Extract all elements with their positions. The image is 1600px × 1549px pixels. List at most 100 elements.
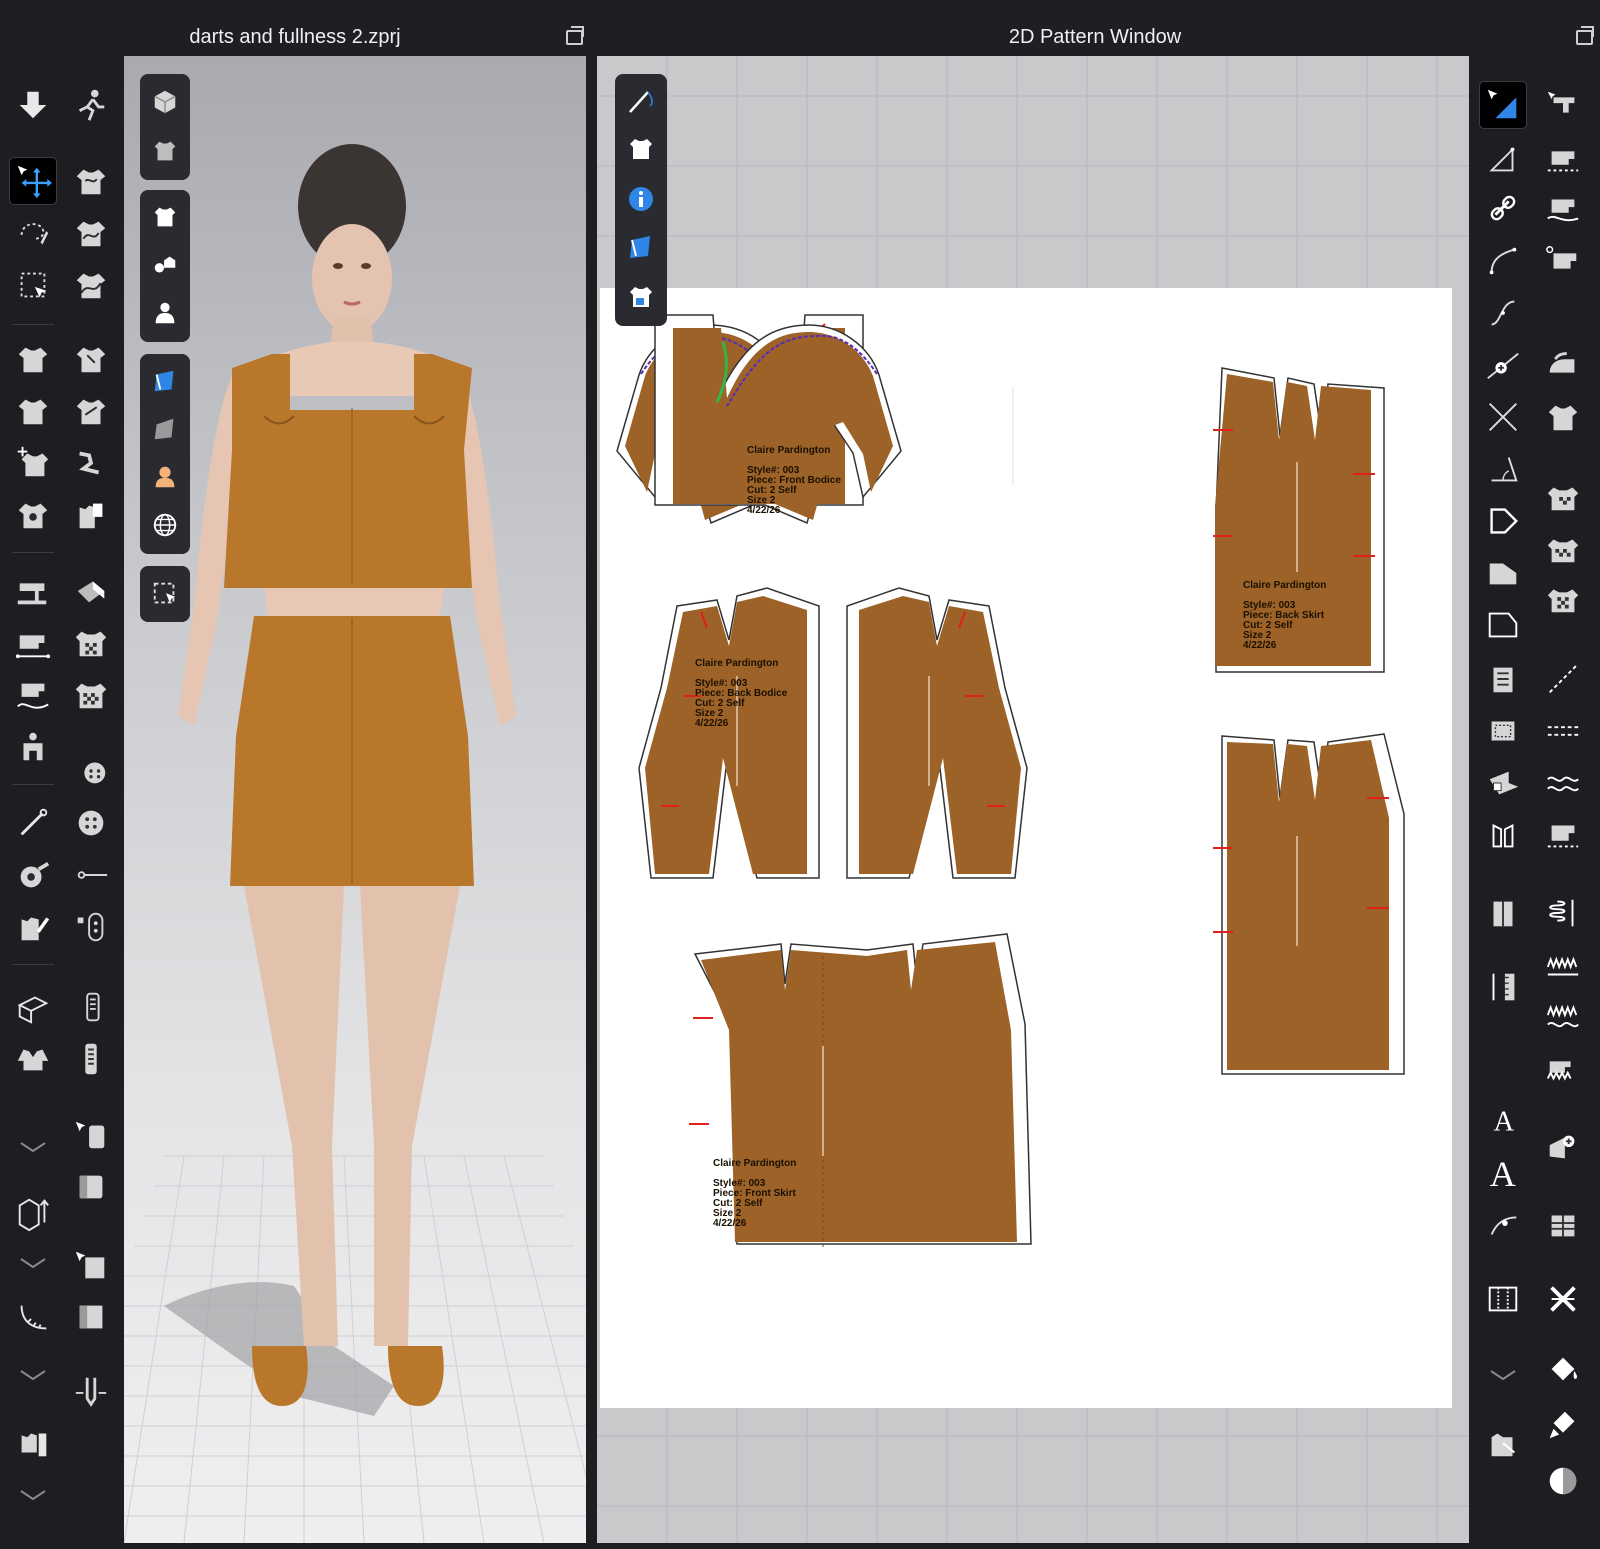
dashed-line-icon[interactable] xyxy=(1540,656,1586,702)
sewing-machine-icon[interactable] xyxy=(10,568,56,614)
checker-dress-icon[interactable] xyxy=(1540,576,1586,622)
arc-measure-icon[interactable] xyxy=(1480,1202,1526,1248)
shirt-tshirt-icon[interactable] xyxy=(1540,394,1586,440)
gray-fabric-icon[interactable] xyxy=(148,412,182,446)
box-icon[interactable] xyxy=(68,1294,114,1340)
fold-arrange-icon[interactable] xyxy=(10,984,56,1030)
pattern-select-icon[interactable] xyxy=(1479,81,1527,129)
curvature-icon[interactable] xyxy=(1480,290,1526,336)
block-icon[interactable] xyxy=(1480,890,1526,936)
measure-curve-icon[interactable] xyxy=(10,672,56,718)
back-bodice-right-piece[interactable] xyxy=(846,587,1028,879)
walk-pose-icon[interactable] xyxy=(68,82,114,128)
checker-shirt-icon[interactable] xyxy=(68,620,114,666)
grid-lines-icon[interactable] xyxy=(1480,1276,1526,1322)
sewing-grid-icon[interactable] xyxy=(1540,136,1586,182)
back-bodice-left-piece[interactable]: Claire Pardington Style#: 003 Piece: Bac… xyxy=(638,587,820,879)
info-icon[interactable] xyxy=(624,182,658,216)
blue-fabric-icon[interactable] xyxy=(148,364,182,398)
pin-merge-icon[interactable] xyxy=(68,1368,114,1414)
text-a-icon[interactable]: A xyxy=(1480,1096,1526,1142)
zigzag-icon[interactable] xyxy=(1540,942,1586,988)
paint-bucket-icon[interactable] xyxy=(1540,1346,1586,1392)
ruler-grid-icon[interactable] xyxy=(1480,964,1526,1010)
toggle-button-icon[interactable] xyxy=(68,904,114,950)
restore-window-icon[interactable] xyxy=(1576,26,1594,45)
dotted-rect-icon[interactable] xyxy=(1480,708,1526,754)
buttons-icon[interactable] xyxy=(148,248,182,282)
elastic-icon[interactable] xyxy=(1540,890,1586,936)
wave-line-icon[interactable] xyxy=(1540,760,1586,806)
rect-icon[interactable] xyxy=(1480,550,1526,596)
chevron-down-icon[interactable] xyxy=(18,1140,48,1154)
shirt-3d-icon[interactable] xyxy=(148,134,182,168)
chevron-down-icon[interactable] xyxy=(1488,1368,1518,1382)
garment-fit-icon[interactable] xyxy=(10,336,56,382)
fabric-texture-icon[interactable] xyxy=(68,568,114,614)
pattern-window[interactable]: Claire Pardington Style#: 003 Piece: Fro… xyxy=(597,56,1469,1543)
shirt-select-icon[interactable] xyxy=(68,158,114,204)
arrow-shape-icon[interactable] xyxy=(1480,498,1526,544)
fabric-swatch-icon[interactable] xyxy=(1480,760,1526,806)
cylinder-select-icon[interactable] xyxy=(68,1112,114,1158)
download-arrow-icon[interactable] xyxy=(10,82,56,128)
viewport-3d[interactable] xyxy=(124,56,586,1543)
shirt-sew-icon[interactable] xyxy=(68,388,114,434)
sewing-machine-icon[interactable] xyxy=(1540,812,1586,858)
sewing-fold-icon[interactable] xyxy=(1540,186,1586,232)
sewing-tag-icon[interactable] xyxy=(1540,238,1586,284)
garment-tack-icon[interactable] xyxy=(10,492,56,538)
curve-point-icon[interactable] xyxy=(1480,238,1526,284)
wave-seam-icon[interactable] xyxy=(1540,1046,1586,1092)
dashed-seam-icon[interactable] xyxy=(1540,708,1586,754)
skin-icon[interactable] xyxy=(148,460,182,494)
link-icon[interactable] xyxy=(1480,186,1526,232)
back-skirt-right-piece[interactable] xyxy=(1213,733,1405,1075)
iron-icon[interactable] xyxy=(1540,342,1586,388)
chevron-down-icon[interactable] xyxy=(18,1256,48,1270)
checker-shirt-alt-icon[interactable] xyxy=(68,672,114,718)
text-a-large-icon[interactable]: A xyxy=(1480,1148,1526,1194)
avatar-icon[interactable] xyxy=(148,296,182,330)
brush-icon[interactable] xyxy=(1540,1402,1586,1448)
checker-shirt-alt-icon[interactable] xyxy=(1540,526,1586,572)
blue-fabric-icon[interactable] xyxy=(624,230,658,264)
shirt-tag-icon[interactable] xyxy=(68,492,114,538)
pattern-cut-icon[interactable] xyxy=(1540,82,1586,128)
shirt-transform-icon[interactable] xyxy=(68,210,114,256)
shirt-ruler-icon[interactable] xyxy=(10,1420,56,1466)
measure-line-icon[interactable] xyxy=(10,620,56,666)
half-circle-icon[interactable] xyxy=(1540,1458,1586,1504)
garment-shrink-icon[interactable] xyxy=(10,388,56,434)
grid-arrow-icon[interactable] xyxy=(10,1190,56,1236)
shirt-icon[interactable] xyxy=(148,200,182,234)
shirt-fold-icon[interactable] xyxy=(68,336,114,382)
shirt-arrow-icon[interactable] xyxy=(1480,1420,1526,1466)
avatar-measure-icon[interactable] xyxy=(10,724,56,770)
zipper-select-icon[interactable] xyxy=(68,984,114,1030)
button-icon[interactable] xyxy=(68,800,114,846)
shirt-lock-icon[interactable] xyxy=(624,280,658,314)
polygon-icon[interactable] xyxy=(1480,136,1526,182)
buttonhole-icon[interactable] xyxy=(68,852,114,898)
zipper-icon[interactable] xyxy=(68,1036,114,1082)
front-skirt-piece[interactable]: Claire Pardington Style#: 003 Piece: Fro… xyxy=(689,933,1032,1248)
garment-pin-icon[interactable] xyxy=(10,440,56,486)
chevron-down-icon[interactable] xyxy=(18,1368,48,1382)
chevron-down-icon[interactable] xyxy=(18,1488,48,1502)
shirt-pin-icon[interactable] xyxy=(68,262,114,308)
box-select-icon[interactable] xyxy=(10,262,56,308)
shirt-icon[interactable] xyxy=(624,132,658,166)
ruler-arc-icon[interactable] xyxy=(10,1294,56,1340)
back-skirt-piece[interactable]: Claire Pardington Style#: 003 Piece: Bac… xyxy=(1213,367,1385,673)
needle-thread-icon[interactable] xyxy=(624,84,658,118)
transform-move-icon[interactable] xyxy=(9,157,57,205)
button-select-icon[interactable] xyxy=(68,748,114,794)
select-region-icon[interactable] xyxy=(148,577,182,611)
angle-icon[interactable] xyxy=(1480,446,1526,492)
restore-window-icon[interactable] xyxy=(566,26,584,45)
pleat-icon[interactable] xyxy=(1480,656,1526,702)
symmetry-icon[interactable] xyxy=(1480,812,1526,858)
add-lens-icon[interactable] xyxy=(1540,1124,1586,1170)
rect-alt-icon[interactable] xyxy=(1480,602,1526,648)
